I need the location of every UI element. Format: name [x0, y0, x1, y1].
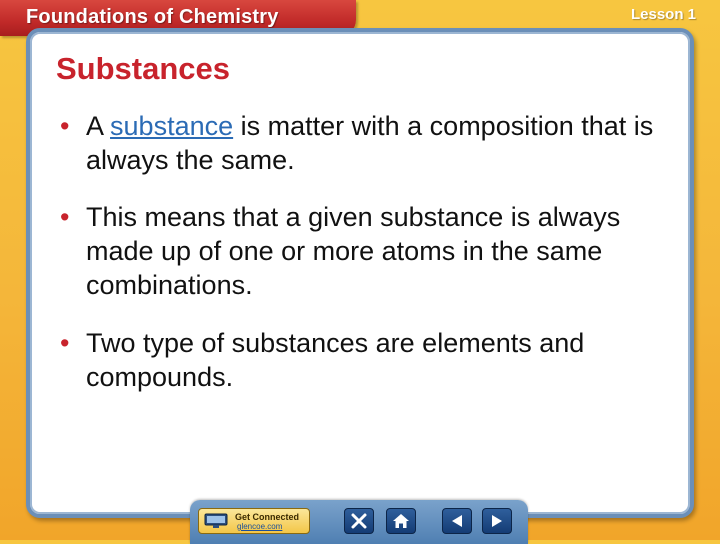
- bullet-dot: •: [60, 328, 70, 358]
- get-connected-label: Get Connected: [235, 512, 300, 522]
- previous-button[interactable]: [442, 508, 472, 534]
- next-button[interactable]: [482, 508, 512, 534]
- home-button[interactable]: [386, 508, 416, 534]
- get-connected-button[interactable]: Get Connected glencoe.com: [198, 508, 310, 534]
- bullet-item: • A substance is matter with a compositi…: [60, 109, 670, 177]
- bullet-text: This means that a given substance is alw…: [86, 202, 621, 300]
- previous-arrow-icon: [452, 515, 462, 527]
- slide-title: Substances: [56, 51, 231, 86]
- next-arrow-icon: [492, 515, 502, 527]
- course-title: Foundations of Chemistry: [26, 6, 279, 28]
- bullet-text: Two type of substances are elements and …: [86, 328, 585, 392]
- bullet-item: • This means that a given substance is a…: [60, 200, 670, 302]
- bullet-item: • Two type of substances are elements an…: [60, 326, 670, 394]
- get-connected-url: glencoe.com: [237, 522, 283, 531]
- lesson-label: Lesson 1: [630, 6, 696, 23]
- navigation-bar: Get Connected glencoe.com: [190, 500, 528, 544]
- close-button[interactable]: [344, 508, 374, 534]
- bullet-dot: •: [60, 202, 70, 232]
- bullet-text: A: [86, 111, 111, 141]
- bullet-dot: •: [60, 111, 70, 141]
- home-icon: [393, 514, 409, 528]
- substance-link[interactable]: substance: [110, 111, 233, 141]
- monitor-icon: [204, 513, 228, 528]
- close-icon: [351, 513, 367, 529]
